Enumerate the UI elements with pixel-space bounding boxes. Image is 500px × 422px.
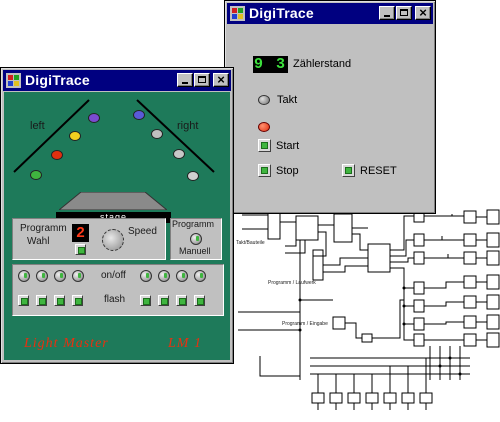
spot-light	[173, 149, 185, 159]
onoff-label: on/off	[101, 270, 126, 281]
schematic-label: Programm / Eingabe	[282, 321, 328, 327]
channel-onoff-switch[interactable]	[18, 270, 30, 282]
channel-onoff-switch[interactable]	[194, 270, 206, 282]
digitrace-app-icon[interactable]	[230, 6, 245, 21]
channel-flash-button[interactable]	[36, 295, 47, 306]
program-number-display: 2	[72, 224, 89, 242]
close-button[interactable]: ×	[415, 5, 431, 20]
programm-wahl-label: Programm	[20, 223, 67, 234]
start-label: Start	[276, 140, 300, 152]
maximize-icon	[400, 9, 408, 16]
channel-flash-button[interactable]	[54, 295, 65, 306]
spot-light	[151, 129, 163, 139]
maximize-button[interactable]	[396, 6, 412, 20]
maximize-icon	[198, 76, 206, 83]
spot-light	[51, 150, 63, 160]
programm-wahl-label: Wahl	[27, 236, 50, 247]
channel-onoff-switch[interactable]	[158, 270, 170, 282]
spot-light	[88, 113, 100, 123]
title-bar[interactable]: DigiTrace ×	[227, 3, 433, 24]
stop-label: Stop	[276, 165, 299, 177]
reset-label: RESET	[360, 165, 397, 177]
brand-model: LM 1	[168, 336, 202, 351]
schematic-label: Programm / Laufwerk	[268, 280, 316, 286]
counter-display: 9 3	[253, 56, 288, 73]
stop-button[interactable]	[258, 164, 271, 177]
programm-manuell-label: Programm	[172, 219, 215, 229]
channel-flash-button[interactable]	[18, 295, 29, 306]
channel-onoff-switch[interactable]	[140, 270, 152, 282]
channel-onoff-switch[interactable]	[72, 270, 84, 282]
brand-name: Light Master	[24, 336, 109, 351]
takt-label: Takt	[277, 94, 298, 106]
spot-light	[187, 171, 199, 181]
channel-flash-button[interactable]	[140, 295, 151, 306]
left-label: left	[30, 120, 45, 132]
minimize-button[interactable]	[379, 6, 395, 20]
window-title: DigiTrace	[249, 5, 314, 21]
channel-onoff-switch[interactable]	[54, 270, 66, 282]
window-title: DigiTrace	[25, 72, 90, 88]
spot-light	[30, 170, 42, 180]
digitrace-app-icon[interactable]	[6, 73, 21, 88]
right-label: right	[177, 120, 199, 132]
program-select-button[interactable]	[75, 244, 86, 255]
spot-light	[69, 131, 81, 141]
status-led	[258, 122, 270, 132]
close-button[interactable]: ×	[213, 72, 229, 87]
takt-led	[258, 95, 270, 105]
close-icon: ×	[419, 5, 427, 20]
channel-onoff-switch[interactable]	[36, 270, 48, 282]
programm-manuell-label: Manuell	[179, 246, 211, 256]
reset-button[interactable]	[342, 164, 355, 177]
speed-label: Speed	[128, 226, 157, 237]
minimize-button[interactable]	[177, 73, 193, 87]
title-bar[interactable]: DigiTrace ×	[3, 70, 231, 91]
lightmaster-window: DigiTrace × left right stage Programm Wa…	[0, 67, 234, 364]
channel-flash-button[interactable]	[158, 295, 169, 306]
stage-platform	[59, 192, 167, 210]
channel-onoff-switch[interactable]	[176, 270, 188, 282]
spot-light	[133, 110, 145, 120]
digitrace-counter-window: DigiTrace × 9 3 Zählerstand Takt Start S…	[224, 0, 436, 214]
speed-knob[interactable]	[102, 229, 124, 251]
manual-toggle[interactable]	[190, 233, 202, 245]
channel-flash-button[interactable]	[194, 295, 205, 306]
minimize-icon	[384, 15, 390, 17]
lightmaster-panel: left right stage Programm Wahl 2 Speed P…	[4, 92, 230, 360]
channel-flash-button[interactable]	[72, 295, 83, 306]
flash-label: flash	[104, 294, 126, 305]
maximize-button[interactable]	[194, 73, 210, 87]
schematic-label: Takt/Bauteile	[236, 240, 265, 246]
start-button[interactable]	[258, 139, 271, 152]
channel-flash-button[interactable]	[176, 295, 187, 306]
close-icon: ×	[217, 72, 225, 87]
minimize-icon	[182, 82, 188, 84]
counter-label: Zählerstand	[293, 58, 352, 70]
